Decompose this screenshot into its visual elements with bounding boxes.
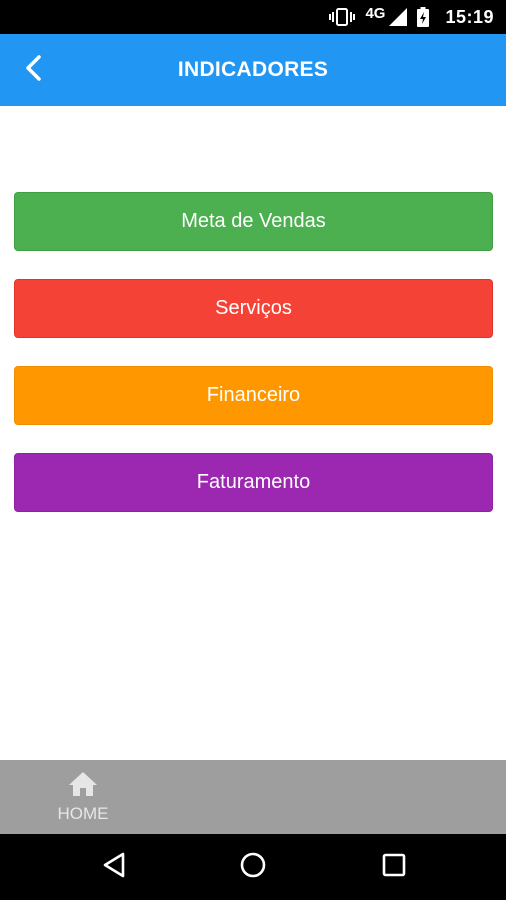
signal-icon bbox=[389, 8, 408, 26]
servicos-button[interactable]: Serviços bbox=[14, 279, 493, 338]
network-type: 4G bbox=[365, 4, 386, 22]
back-triangle-icon bbox=[102, 852, 126, 883]
meta-de-vendas-button[interactable]: Meta de Vendas bbox=[14, 192, 493, 251]
recent-apps-icon bbox=[381, 852, 407, 883]
back-button[interactable] bbox=[18, 52, 48, 88]
tab-home-label: HOME bbox=[57, 803, 109, 823]
page-title: INDICADORES bbox=[177, 58, 329, 81]
servicos-label: Serviços bbox=[215, 297, 292, 319]
nav-recent-button[interactable] bbox=[378, 851, 410, 883]
home-icon bbox=[68, 771, 98, 802]
vibrate-icon bbox=[329, 8, 356, 26]
meta-de-vendas-label: Meta de Vendas bbox=[181, 210, 326, 232]
system-nav-bar bbox=[0, 834, 506, 900]
nav-back-button[interactable] bbox=[98, 851, 130, 883]
tab-home[interactable]: HOME bbox=[48, 768, 118, 826]
faturamento-label: Faturamento bbox=[196, 471, 311, 493]
nav-home-button[interactable] bbox=[237, 851, 269, 883]
home-circle-icon bbox=[239, 851, 267, 884]
status-time: 15:19 bbox=[445, 6, 494, 27]
chevron-left-icon bbox=[24, 54, 42, 87]
bottom-tab-bar: HOME bbox=[0, 760, 506, 834]
main-content: Meta de Vendas Serviços Financeiro Fatur… bbox=[0, 106, 506, 760]
battery-charging-icon bbox=[417, 7, 430, 27]
financeiro-label: Financeiro bbox=[206, 384, 301, 406]
financeiro-button[interactable]: Financeiro bbox=[14, 366, 493, 425]
status-bar: 4G 15:19 bbox=[0, 0, 506, 34]
faturamento-button[interactable]: Faturamento bbox=[14, 453, 493, 512]
app-bar: INDICADORES bbox=[0, 34, 506, 106]
